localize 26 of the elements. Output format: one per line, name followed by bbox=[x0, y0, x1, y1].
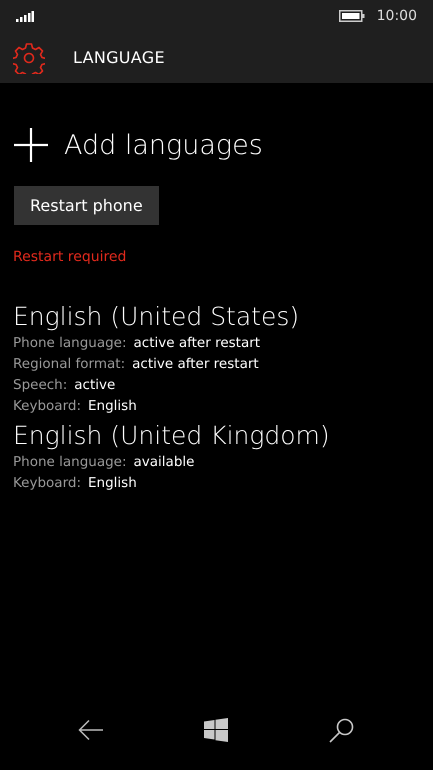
detail-label: Phone language: bbox=[13, 454, 127, 470]
signal-icon bbox=[16, 10, 34, 22]
restart-notice: Restart required bbox=[13, 249, 126, 265]
detail-label: Speech: bbox=[13, 377, 68, 393]
plus-icon bbox=[13, 127, 49, 163]
add-languages-button[interactable]: Add languages bbox=[13, 127, 263, 163]
detail-value: English bbox=[88, 398, 137, 414]
detail-label: Regional format: bbox=[13, 356, 126, 372]
back-icon[interactable] bbox=[78, 719, 104, 741]
language-name[interactable]: English (United Kingdom) bbox=[13, 420, 330, 452]
windows-logo-icon[interactable] bbox=[204, 718, 228, 742]
detail-value: active after restart bbox=[134, 335, 260, 351]
detail-value: English bbox=[88, 475, 137, 491]
detail-value: available bbox=[134, 454, 194, 470]
detail-label: Keyboard: bbox=[13, 398, 82, 414]
search-icon[interactable] bbox=[328, 717, 355, 743]
page-title: LANGUAGE bbox=[73, 48, 165, 67]
gear-icon bbox=[13, 42, 45, 74]
restart-phone-button[interactable]: Restart phone bbox=[14, 186, 159, 225]
clock-time: 10:00 bbox=[376, 8, 417, 24]
detail-label: Keyboard: bbox=[13, 475, 82, 491]
detail-value: active bbox=[74, 377, 116, 393]
language-name[interactable]: English (United States) bbox=[13, 301, 330, 333]
battery-icon bbox=[338, 10, 365, 22]
detail-label: Phone language: bbox=[13, 335, 127, 351]
detail-value: active after restart bbox=[132, 356, 259, 372]
